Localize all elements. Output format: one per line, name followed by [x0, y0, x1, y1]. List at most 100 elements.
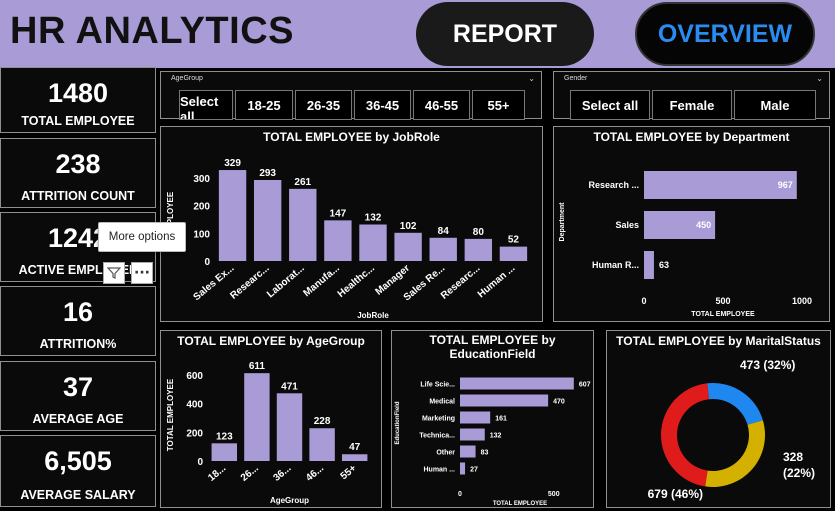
agegroup-bar-chart: 0 200 400 600 123 18... 611 26... 471 36... 228 46.…: [166, 361, 368, 505]
y-tick-label: Technica...: [419, 433, 455, 440]
data-label: 470: [553, 399, 565, 406]
x-tick-label: 46...: [304, 463, 326, 484]
data-label: 471: [281, 381, 298, 392]
slicer-caption: AgeGroup: [171, 75, 203, 82]
report-button[interactable]: REPORT: [416, 2, 594, 66]
x-tick-label: Human ...: [476, 263, 518, 300]
kpi-label: ATTRITION COUNT: [21, 189, 135, 203]
x-tick-label: 36...: [271, 463, 293, 484]
kpi-value: 6,505: [44, 446, 112, 476]
bar: [324, 220, 352, 261]
y-tick-label: 0: [197, 457, 203, 468]
slicer-option-46-55[interactable]: 46-55: [413, 90, 470, 120]
x-axis-label: AgeGroup: [270, 496, 309, 505]
bar: [460, 462, 466, 475]
data-label: 132: [490, 433, 502, 440]
x-tick-label: 500: [548, 491, 560, 498]
data-label: 607: [579, 382, 591, 389]
y-tick-label: 200: [186, 428, 203, 439]
bar: [429, 237, 457, 261]
overview-button[interactable]: OVERVIEW: [635, 2, 815, 66]
data-label: 83: [481, 450, 489, 457]
data-label: 80: [473, 227, 485, 238]
more-options-icon[interactable]: ···: [131, 262, 153, 284]
agegroup-slicer: AgeGroup ⌄ Select all 18-25 26-35 36-45 …: [160, 71, 542, 120]
page-title: HR ANALYTICS: [10, 10, 294, 52]
donut-slice: [661, 383, 710, 487]
slicer-option-select-all[interactable]: Select all: [179, 90, 233, 120]
data-label: 450: [696, 220, 711, 230]
bar: [460, 377, 574, 390]
x-tick-label: Laborat...: [265, 263, 307, 300]
bar: [460, 428, 485, 441]
bar: [460, 411, 491, 424]
kpi-value: 238: [55, 149, 101, 179]
x-tick-label: 1000: [792, 296, 812, 306]
data-label: 293: [259, 168, 276, 179]
x-tick-label: Sales Ex...: [192, 263, 237, 303]
x-tick-label: 55+: [339, 463, 359, 482]
jobrole-bar-chart: 0 100 200 300 329 Sales Ex... 293 Researc... 261…: [166, 158, 528, 320]
x-tick-label: Researc...: [439, 263, 482, 302]
more-options-tooltip: More options: [98, 222, 186, 252]
y-tick-label: Life Scie...: [420, 382, 455, 389]
gender-slicer: Gender ⌄ Select all Female Male: [553, 71, 830, 120]
data-label: 132: [365, 213, 382, 224]
data-label: 63: [659, 260, 669, 270]
slicer-option-36-45[interactable]: 36-45: [354, 90, 411, 120]
bar: [218, 170, 247, 261]
jobrole-chart-card[interactable]: TOTAL EMPLOYEE by JobRole 0 100 200 300 329 S…: [160, 126, 543, 322]
slicer-option-male[interactable]: Male: [734, 90, 816, 120]
slicer-option-26-35[interactable]: 26-35: [295, 90, 352, 120]
kpi-label: TOTAL EMPLOYEE: [21, 114, 135, 128]
x-tick-label: 500: [715, 296, 730, 306]
department-chart-card[interactable]: TOTAL EMPLOYEE by Department Research ..…: [553, 126, 830, 322]
education-chart-card[interactable]: TOTAL EMPLOYEE by EducationField Life Sc…: [391, 330, 594, 508]
data-label: 473 (32%): [740, 358, 795, 372]
data-label: 261: [294, 177, 311, 188]
kpi-label: AVERAGE SALARY: [20, 488, 136, 502]
bar: [341, 454, 368, 461]
y-tick-label: Other: [436, 450, 455, 457]
y-tick-label: Marketing: [422, 416, 455, 423]
data-label: (22%): [783, 466, 815, 480]
y-tick-label: Sales: [615, 220, 639, 230]
data-label: 47: [349, 442, 361, 453]
x-axis-label: TOTAL EMPLOYEE: [493, 501, 547, 507]
slicer-option-select-all[interactable]: Select all: [570, 90, 650, 120]
kpi-card-attrition-count: 238 ATTRITION COUNT: [0, 138, 156, 208]
bar: [394, 232, 422, 261]
donut-slice: [705, 420, 765, 487]
bar: [644, 251, 654, 279]
x-tick-label: Healthc...: [336, 263, 377, 300]
filter-icon[interactable]: [103, 262, 125, 284]
y-axis-label: Department: [559, 202, 566, 242]
y-tick-label: 300: [193, 174, 210, 185]
slicer-option-55-plus[interactable]: 55+: [472, 90, 525, 120]
agegroup-chart-card[interactable]: TOTAL EMPLOYEE by AgeGroup 0 200 400 600 123…: [160, 330, 382, 508]
bar: [309, 428, 335, 461]
marital-chart-card[interactable]: TOTAL EMPLOYEE by MaritalStatus 679 (46%…: [606, 330, 831, 508]
bar: [289, 188, 317, 261]
chevron-down-icon[interactable]: ⌄: [816, 74, 823, 83]
bar: [276, 393, 303, 461]
data-label: 84: [438, 226, 450, 237]
slicer-option-female[interactable]: Female: [652, 90, 732, 120]
x-tick-label: 0: [641, 296, 646, 306]
slicer-caption: Gender: [564, 75, 588, 82]
slicer-option-18-25[interactable]: 18-25: [235, 90, 293, 120]
x-axis-label: JobRole: [357, 311, 389, 320]
y-tick-label: 0: [204, 257, 210, 268]
chevron-down-icon[interactable]: ⌄: [528, 74, 535, 83]
kpi-value: 16: [62, 297, 94, 327]
education-bar-chart: Life Scie... 607 Medical 470 Marketing 161 Tec…: [395, 377, 591, 507]
bar: [244, 373, 270, 461]
x-tick-label: 26...: [239, 463, 261, 484]
y-tick-label: Medical: [429, 399, 455, 406]
bar: [644, 171, 797, 199]
kpi-label: ATTRITION%: [39, 337, 117, 351]
kpi-value: 1480: [47, 78, 109, 108]
data-label: 147: [330, 208, 347, 219]
kpi-value: 37: [62, 372, 94, 402]
data-label: 967: [778, 180, 793, 190]
